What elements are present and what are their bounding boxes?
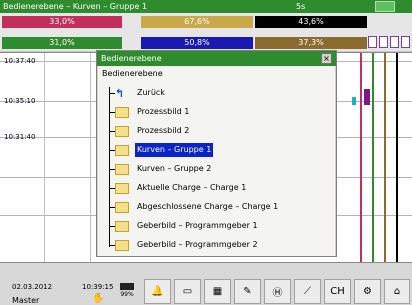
menu-item-geberbild-1[interactable]: Geberbild – Programmgeber 1	[109, 219, 260, 233]
dialog-titlebar: Bedienerebene ×	[97, 51, 336, 66]
menu-item-aktuelle-charge[interactable]: Aktuelle Charge – Charge 1	[109, 181, 248, 195]
scale-icons[interactable]	[368, 36, 412, 50]
folder-icon	[115, 144, 129, 156]
window-title: Bedienerebene – Kurven – Gruppe 1	[3, 2, 148, 11]
value-box: 67,6%	[141, 16, 253, 28]
calendar-icon[interactable]: ▦	[204, 279, 231, 304]
back-arrow-icon: ↰	[115, 86, 125, 100]
memory-indicator: 99%	[116, 281, 138, 303]
display-icon[interactable]: ▭	[174, 279, 201, 304]
trace-line	[396, 53, 398, 263]
menu-item-geberbild-2[interactable]: Geberbild – Programmgeber 2	[109, 238, 260, 252]
scale-icon[interactable]	[379, 36, 388, 48]
dialog-body: Bedienerebene ↰ Zurück Prozessbild 1 Pro…	[98, 66, 335, 256]
value-box: 31,0%	[2, 37, 122, 49]
date-display: 02.03.2012	[12, 283, 53, 291]
value-box: 43,6%	[255, 16, 367, 28]
value-panel: 33,0% 67,6% 43,6% 31,0% 50,8% 37,3%	[0, 13, 412, 51]
trace-line	[372, 53, 374, 263]
probe-icon[interactable]: ⟋	[294, 279, 321, 304]
folder-icon	[115, 239, 129, 251]
menu-item-abgeschlossene-charge[interactable]: Abgeschlossene Charge – Charge 1	[109, 200, 280, 214]
close-button[interactable]: ×	[321, 53, 332, 64]
time-label: 10:31:40	[4, 133, 36, 141]
bottom-bar: 02.03.2012 10:39:15 Master ✋ 99% 🔔 ▭ ▦ ✎…	[0, 262, 412, 305]
folder-icon	[115, 182, 129, 194]
menu-item-prozessbild-2[interactable]: Prozessbild 2	[109, 124, 191, 138]
menu-item-prozessbild-1[interactable]: Prozessbild 1	[109, 105, 191, 119]
scale-icon[interactable]	[390, 36, 399, 48]
value-box: 33,0%	[2, 16, 122, 28]
scale-icon[interactable]	[401, 36, 410, 48]
time-label: 10:35:10	[4, 97, 36, 105]
folder-icon	[115, 220, 129, 232]
status-indicator-icon	[375, 1, 395, 12]
title-time: 5s	[296, 2, 306, 11]
folder-icon	[115, 163, 129, 175]
user-display: Master	[12, 296, 40, 305]
trace-marker	[364, 89, 370, 105]
time-display: 10:39:15	[82, 283, 114, 291]
operator-level-dialog: Bedienerebene × Bedienerebene ↰ Zurück P…	[96, 50, 337, 257]
value-box: 37,3%	[255, 37, 367, 49]
home-icon[interactable]: ⌂	[384, 279, 410, 304]
hand-icon[interactable]: ✋	[92, 293, 104, 304]
dialog-heading: Bedienerebene	[102, 69, 163, 78]
ch-icon[interactable]: CH	[324, 279, 351, 304]
bell-icon[interactable]: 🔔	[144, 279, 171, 304]
hold-icon[interactable]: Ⓗ	[264, 279, 291, 304]
dialog-title: Bedienerebene	[101, 54, 162, 63]
folder-icon	[115, 201, 129, 213]
menu-item-kurven-gruppe-2[interactable]: Kurven – Gruppe 2	[109, 162, 213, 176]
edit-icon[interactable]: ✎	[234, 279, 261, 304]
folder-icon	[115, 106, 129, 118]
time-label: 10:37:40	[4, 57, 36, 65]
scale-icon[interactable]	[368, 36, 377, 48]
value-box: 50,8%	[141, 37, 253, 49]
settings-icon[interactable]: ⚙	[354, 279, 381, 304]
trace-line	[360, 53, 362, 263]
trace-line	[384, 53, 386, 263]
title-bar: Bedienerebene – Kurven – Gruppe 1 5s	[0, 0, 412, 13]
trace-marker	[352, 97, 356, 105]
menu-item-back[interactable]: ↰ Zurück	[109, 86, 167, 100]
menu-item-kurven-gruppe-1[interactable]: Kurven – Gruppe 1	[109, 143, 214, 157]
folder-icon	[115, 125, 129, 137]
